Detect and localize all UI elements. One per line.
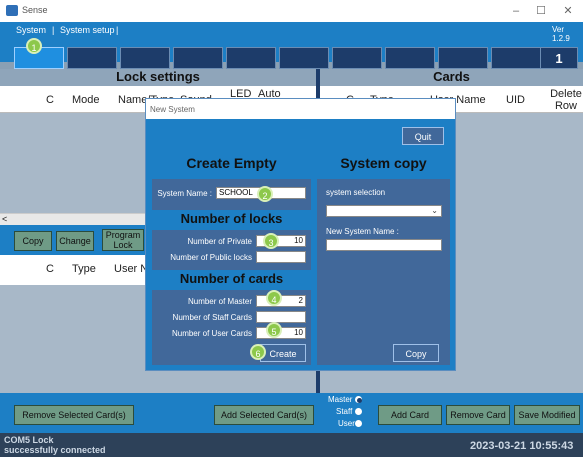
step-badge: 6	[250, 344, 266, 360]
radio-user-label: User	[338, 419, 355, 428]
menu-separator: |	[116, 25, 119, 35]
step-badge: 4	[266, 290, 282, 306]
page-tab[interactable]	[226, 47, 276, 69]
program-lock-button[interactable]: Program Lock	[102, 229, 144, 251]
page-tab[interactable]	[120, 47, 170, 69]
new-system-name-input[interactable]	[326, 239, 442, 251]
close-icon[interactable]: ✕	[557, 2, 579, 20]
user-cards-label: Number of User Cards	[171, 329, 252, 338]
dialog-title: New System	[146, 99, 455, 119]
chevron-down-icon: ⌄	[431, 206, 438, 215]
column-header: Delete Row	[550, 88, 582, 112]
create-empty-panel: Create Empty System Name : SCHOOL Number…	[152, 153, 311, 365]
locks-section-title: Number of locks	[152, 210, 311, 230]
system-selection-label: system selection	[326, 188, 386, 197]
radio-user[interactable]	[355, 420, 362, 427]
radio-master[interactable]	[355, 396, 362, 403]
new-system-dialog: New System Quit Create Empty System Name…	[145, 98, 456, 371]
column-header: C	[46, 263, 54, 275]
status-datetime: 2023-03-21 10:55:43	[470, 440, 574, 452]
status-line1: COM5 Lock	[4, 435, 54, 445]
minimize-icon[interactable]: –	[505, 2, 527, 20]
version-label: Ver 1.2.9	[552, 25, 570, 43]
staff-cards-label: Number of Staff Cards	[172, 313, 252, 322]
step-badge: 5	[266, 322, 282, 338]
window-title: Sense	[22, 5, 48, 15]
menu-separator: |	[52, 25, 55, 35]
private-locks-label: Number of Private	[187, 237, 252, 246]
column-header: C	[46, 94, 54, 106]
system-copy-title: System copy	[317, 153, 450, 179]
system-selection-dropdown[interactable]: ⌄	[326, 205, 442, 217]
remove-card-button[interactable]: Remove Card	[446, 405, 510, 425]
page-tab[interactable]	[438, 47, 488, 69]
bottom-toolbar: Remove Selected Card(s) Add Selected Car…	[0, 393, 583, 433]
step-badge: 1	[26, 38, 42, 54]
add-selected-button[interactable]: Add Selected Card(s)	[214, 405, 314, 425]
staff-cards-input[interactable]	[256, 311, 306, 323]
page-tab[interactable]	[279, 47, 329, 69]
copy-button[interactable]: Copy	[14, 231, 52, 251]
create-empty-title: Create Empty	[152, 153, 311, 179]
status-line2: successfully connected	[4, 445, 106, 455]
maximize-icon[interactable]: ☐	[530, 2, 552, 20]
create-button[interactable]: Create	[260, 344, 306, 362]
status-bar: COM5 Lock successfully connected 2023-03…	[0, 433, 583, 457]
add-card-button[interactable]: Add Card	[378, 405, 442, 425]
master-cards-label: Number of Master	[187, 297, 252, 306]
page-number: 1	[540, 47, 578, 69]
public-locks-input[interactable]	[256, 251, 306, 263]
cards-section-title: Number of cards	[152, 270, 311, 290]
column-header: Mode	[72, 94, 100, 106]
system-name-label: System Name :	[157, 189, 212, 198]
save-modified-button[interactable]: Save Modified	[514, 405, 580, 425]
app-icon	[6, 5, 18, 16]
quit-button[interactable]: Quit	[402, 127, 444, 145]
column-header: UID	[506, 94, 525, 106]
radio-staff[interactable]	[355, 408, 362, 415]
change-button[interactable]: Change	[56, 231, 94, 251]
remove-selected-button[interactable]: Remove Selected Card(s)	[14, 405, 134, 425]
page-tab[interactable]	[385, 47, 435, 69]
copy-system-button[interactable]: Copy	[393, 344, 439, 362]
radio-master-label: Master	[328, 395, 353, 404]
page-tab[interactable]	[173, 47, 223, 69]
cards-title: Cards	[320, 69, 583, 86]
page-tab[interactable]	[332, 47, 382, 69]
lock-settings-title: Lock settings	[0, 69, 316, 86]
page-tab[interactable]	[67, 47, 117, 69]
menu-bar: System | System setup | Ver 1.2.9	[0, 22, 583, 43]
step-badge: 2	[257, 186, 273, 202]
system-copy-panel: System copy system selection ⌄ New Syste…	[317, 153, 450, 365]
menu-system-setup[interactable]: System setup	[60, 25, 115, 35]
radio-staff-label: Staff	[336, 407, 353, 416]
new-system-name-label: New System Name :	[326, 227, 399, 236]
scroll-left-icon[interactable]: <	[2, 214, 7, 224]
page-tab[interactable]	[491, 47, 541, 69]
title-bar: Sense – ☐ ✕	[0, 0, 583, 22]
step-badge: 3	[263, 233, 279, 249]
public-locks-label: Number of Public locks	[170, 253, 252, 262]
menu-system[interactable]: System	[16, 25, 46, 35]
column-header: Type	[72, 263, 96, 275]
column-header: User N	[114, 263, 149, 275]
